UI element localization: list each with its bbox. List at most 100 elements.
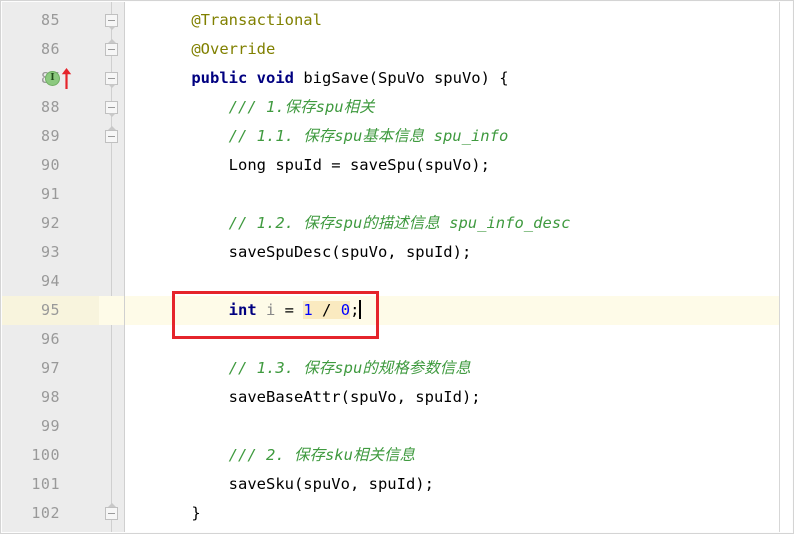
line-number: 100 bbox=[2, 441, 60, 470]
code-token: // 1.3. 保存spu的规格参数信息 bbox=[229, 359, 471, 377]
code-token: /// 2. 保存sku相关信息 bbox=[229, 446, 415, 464]
code-editor-viewport[interactable]: 85 @Transactional86 @Override87 public v… bbox=[2, 2, 792, 532]
line-number: 94 bbox=[2, 267, 60, 296]
line-number: 93 bbox=[2, 238, 60, 267]
code-editor-window: 85 @Transactional86 @Override87 public v… bbox=[0, 0, 794, 534]
code-line-text[interactable]: saveSku(spuVo, spuId); bbox=[154, 470, 434, 499]
line-number: 98 bbox=[2, 383, 60, 412]
code-token: Long spuId = saveSpu(spuVo); bbox=[154, 156, 490, 174]
code-line-row[interactable]: 91 bbox=[2, 180, 792, 209]
code-line-row[interactable]: 88 /// 1.保存spu相关 bbox=[2, 93, 792, 122]
code-token: @Transactional bbox=[191, 11, 322, 29]
line-number: 86 bbox=[2, 35, 60, 64]
code-cell bbox=[125, 325, 779, 354]
fold-toggle-icon[interactable] bbox=[105, 72, 118, 85]
code-line-text[interactable]: int i = 1 / 0; bbox=[154, 296, 361, 325]
fold-toggle-icon[interactable] bbox=[105, 14, 118, 27]
selected-token: 1 bbox=[303, 301, 312, 319]
code-token: void bbox=[257, 69, 294, 87]
code-token bbox=[154, 359, 229, 377]
code-cell bbox=[125, 267, 779, 296]
fold-cell bbox=[99, 238, 124, 267]
code-line-text[interactable]: @Transactional bbox=[154, 6, 322, 35]
code-line-text[interactable]: saveBaseAttr(spuVo, spuId); bbox=[154, 383, 481, 412]
code-line-row[interactable]: 93 saveSpuDesc(spuVo, spuId); bbox=[2, 238, 792, 267]
code-token bbox=[154, 214, 229, 232]
selected-token bbox=[331, 301, 340, 319]
fold-cell bbox=[99, 441, 124, 470]
code-line-row[interactable]: 102 } bbox=[2, 499, 792, 528]
code-token bbox=[154, 69, 191, 87]
code-token: i bbox=[266, 301, 275, 319]
code-line-text[interactable]: saveSpuDesc(spuVo, spuId); bbox=[154, 238, 471, 267]
code-line-text[interactable]: @Override bbox=[154, 35, 275, 64]
line-number: 101 bbox=[2, 470, 60, 499]
code-token: /// 1.保存spu相关 bbox=[229, 98, 375, 116]
code-line-row[interactable]: 90 Long spuId = saveSpu(spuVo); bbox=[2, 151, 792, 180]
line-number: 96 bbox=[2, 325, 60, 354]
code-line-text[interactable]: // 1.2. 保存spu的描述信息 spu_info_desc bbox=[154, 209, 570, 238]
code-token bbox=[154, 301, 229, 319]
code-line-row[interactable]: 98 saveBaseAttr(spuVo, spuId); bbox=[2, 383, 792, 412]
code-line-text[interactable]: // 1.3. 保存spu的规格参数信息 bbox=[154, 354, 471, 383]
code-token: saveSku(spuVo, spuId); bbox=[154, 475, 434, 493]
line-number: 89 bbox=[2, 122, 60, 151]
code-token: bigSave(SpuVo spuVo) { bbox=[294, 69, 509, 87]
fold-toggle-icon[interactable] bbox=[105, 507, 118, 520]
fold-cell bbox=[99, 325, 124, 354]
line-number: 85 bbox=[2, 6, 60, 35]
fold-cell bbox=[99, 180, 124, 209]
implementing-method-icon[interactable]: I bbox=[45, 71, 60, 86]
code-line-row[interactable]: 87 public void bigSave(SpuVo spuVo) { bbox=[2, 64, 792, 93]
code-line-row[interactable]: 86 @Override bbox=[2, 35, 792, 64]
code-line-text[interactable]: Long spuId = saveSpu(spuVo); bbox=[154, 151, 490, 180]
code-line-row[interactable]: 101 saveSku(spuVo, spuId); bbox=[2, 470, 792, 499]
code-line-row[interactable]: 96 bbox=[2, 325, 792, 354]
line-number: 88 bbox=[2, 93, 60, 122]
overriding-method-arrow-icon[interactable] bbox=[61, 68, 72, 89]
code-line-row[interactable]: 95 int i = 1 / 0; bbox=[2, 296, 792, 325]
fold-toggle-icon[interactable] bbox=[105, 130, 118, 143]
code-token bbox=[154, 446, 229, 464]
line-number: 97 bbox=[2, 354, 60, 383]
code-cell bbox=[125, 412, 779, 441]
selected-token: / bbox=[322, 301, 331, 319]
right-marker-strip[interactable] bbox=[779, 2, 792, 532]
code-line-text[interactable]: /// 1.保存spu相关 bbox=[154, 93, 375, 122]
line-number: 92 bbox=[2, 209, 60, 238]
code-line-row[interactable]: 99 bbox=[2, 412, 792, 441]
code-token: // 1.2. 保存spu的描述信息 spu_info_desc bbox=[229, 214, 571, 232]
fold-toggle-icon[interactable] bbox=[105, 43, 118, 56]
fold-cell bbox=[99, 383, 124, 412]
code-line-row[interactable]: 89 // 1.1. 保存spu基本信息 spu_info bbox=[2, 122, 792, 151]
line-number: 102 bbox=[2, 499, 60, 528]
code-token bbox=[154, 11, 191, 29]
code-line-row[interactable]: 94 bbox=[2, 267, 792, 296]
code-line-text[interactable]: /// 2. 保存sku相关信息 bbox=[154, 441, 415, 470]
code-line-text[interactable]: public void bigSave(SpuVo spuVo) { bbox=[154, 64, 509, 93]
code-line-row[interactable]: 92 // 1.2. 保存spu的描述信息 spu_info_desc bbox=[2, 209, 792, 238]
code-line-text[interactable]: } bbox=[154, 499, 201, 528]
line-number: 91 bbox=[2, 180, 60, 209]
code-line-row[interactable]: 97 // 1.3. 保存spu的规格参数信息 bbox=[2, 354, 792, 383]
code-token: @Override bbox=[191, 40, 275, 58]
fold-toggle-icon[interactable] bbox=[105, 101, 118, 114]
text-caret bbox=[359, 300, 361, 319]
code-token: saveSpuDesc(spuVo, spuId); bbox=[154, 243, 471, 261]
fold-cell bbox=[99, 267, 124, 296]
code-token: } bbox=[154, 504, 201, 522]
code-line-row[interactable]: 100 /// 2. 保存sku相关信息 bbox=[2, 441, 792, 470]
code-line-text[interactable]: // 1.1. 保存spu基本信息 spu_info bbox=[154, 122, 508, 151]
code-token bbox=[154, 127, 229, 145]
fold-cell bbox=[99, 151, 124, 180]
line-number: 99 bbox=[2, 412, 60, 441]
code-token: saveBaseAttr(spuVo, spuId); bbox=[154, 388, 481, 406]
selected-token: 0 bbox=[341, 301, 350, 319]
line-number: 90 bbox=[2, 151, 60, 180]
selected-token bbox=[313, 301, 322, 319]
code-line-row[interactable]: 85 @Transactional bbox=[2, 6, 792, 35]
code-token bbox=[257, 301, 266, 319]
code-token bbox=[154, 40, 191, 58]
code-token: ; bbox=[350, 301, 359, 319]
code-token: = bbox=[275, 301, 303, 319]
